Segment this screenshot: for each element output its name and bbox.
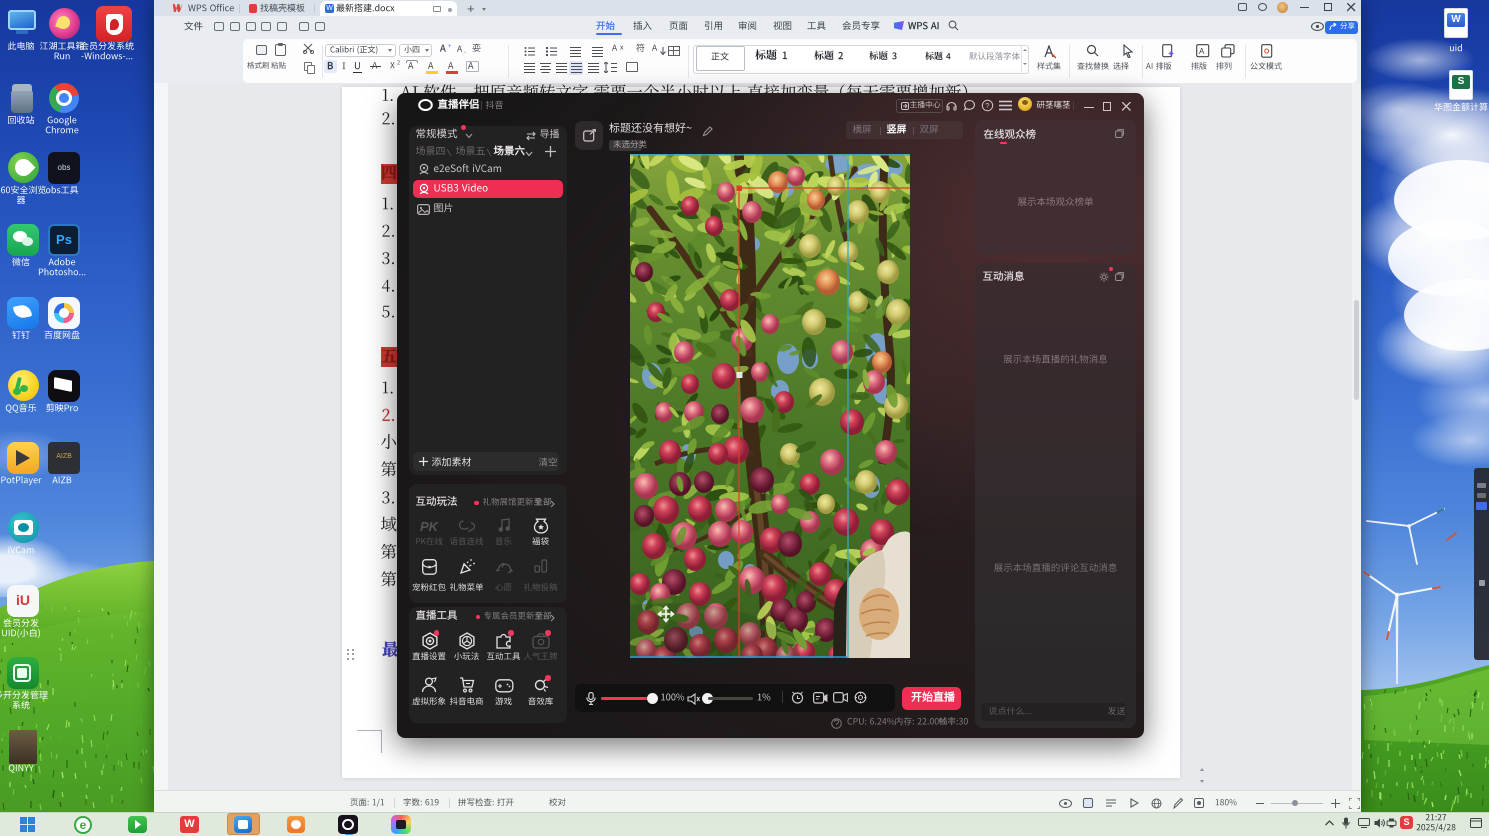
svg-text:?: ?	[985, 101, 989, 110]
svg-text:PK: PK	[420, 519, 440, 533]
svg-text:A: A	[1199, 47, 1205, 56]
